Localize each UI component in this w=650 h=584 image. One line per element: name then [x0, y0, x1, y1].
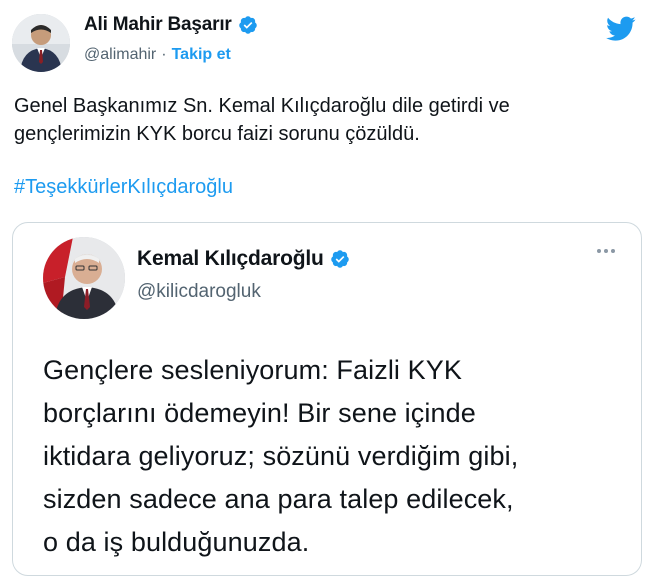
- author-avatar[interactable]: [12, 14, 70, 72]
- more-dot: [604, 249, 608, 253]
- tweet-text: Genel Başkanımız Sn. Kemal Kılıçdaroğlu …: [14, 95, 510, 145]
- quoted-tweet-card[interactable]: Kemal Kılıçdaroğlu @kilicdarogluk Gençle…: [12, 222, 642, 576]
- author-name[interactable]: Ali Mahir Başarır: [84, 14, 232, 36]
- more-dot: [611, 249, 615, 253]
- twitter-bird-icon[interactable]: [606, 16, 636, 42]
- quoted-name-row: Kemal Kılıçdaroğlu: [137, 247, 350, 271]
- author-meta: @alimahir · Takip et: [84, 46, 231, 64]
- verified-badge-icon: [238, 16, 257, 34]
- quoted-author-name[interactable]: Kemal Kılıçdaroğlu: [137, 247, 324, 271]
- person-avatar-icon: [12, 14, 70, 72]
- quoted-tweet-text: Gençlere sesleniyorum: Faizli KYK borçla…: [43, 355, 519, 557]
- quoted-author-handle[interactable]: @kilicdarogluk: [137, 281, 261, 303]
- more-dot: [597, 249, 601, 253]
- hashtag-link[interactable]: #TeşekkürlerKılıçdaroğlu: [14, 176, 233, 199]
- more-options-icon[interactable]: [597, 249, 615, 253]
- meta-separator: ·: [161, 46, 167, 63]
- person-avatar-icon: [43, 237, 125, 319]
- follow-button[interactable]: Takip et: [172, 46, 231, 64]
- quoted-author-avatar[interactable]: [43, 237, 125, 319]
- verified-badge-icon: [330, 250, 349, 268]
- tweet-embed: Ali Mahir Başarır @alimahir · Takip et G…: [0, 0, 650, 584]
- author-handle[interactable]: @alimahir: [84, 46, 156, 64]
- author-name-row: Ali Mahir Başarır: [84, 14, 258, 36]
